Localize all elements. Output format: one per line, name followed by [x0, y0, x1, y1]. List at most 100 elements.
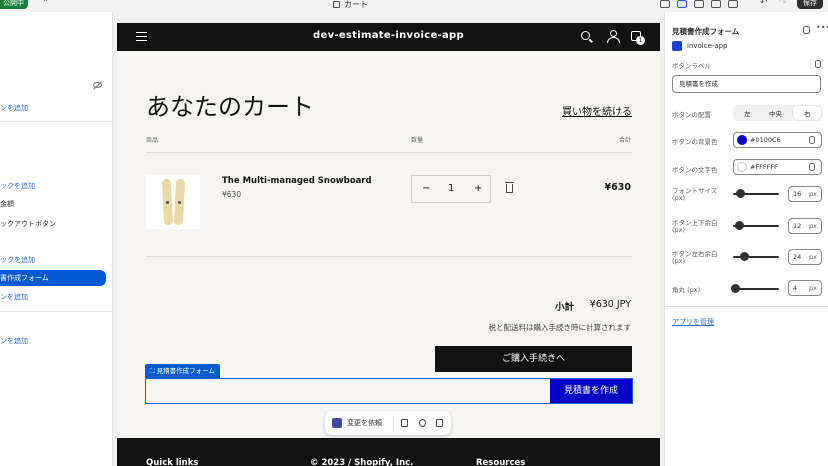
quantity-stepper: − 1 + — [411, 175, 491, 203]
footer-heading-quick-links: Quick links — [146, 458, 199, 466]
divider — [146, 152, 632, 153]
subtotal-label: 小計 — [555, 302, 575, 313]
divider — [0, 121, 113, 122]
align-right-option[interactable]: 右 — [804, 108, 811, 118]
column-header-product: 商品 — [146, 137, 159, 144]
create-estimate-button[interactable]: 見積書を作成 — [550, 379, 632, 403]
line-total: ¥630 — [604, 182, 631, 193]
panel-title: 見積書作成フォーム — [672, 27, 740, 36]
account-icon[interactable] — [607, 30, 620, 43]
continue-shopping-link[interactable]: 買い物を続ける — [562, 103, 632, 118]
view-toggle-group — [660, 0, 738, 8]
desktop-view-icon[interactable] — [694, 0, 704, 8]
padding-vertical-slider-thumb[interactable] — [734, 221, 744, 230]
store-name[interactable]: dev-estimate-invoice-app — [117, 30, 660, 41]
font-size-slider-thumb[interactable] — [736, 189, 746, 198]
align-center-option[interactable]: 中央 — [769, 108, 782, 118]
duplicate-icon[interactable] — [401, 419, 408, 427]
bg-color-picker[interactable]: #0100C6 — [733, 132, 822, 148]
quantity-input[interactable]: 1 — [448, 183, 454, 194]
padding-vertical-input[interactable]: 12 px — [788, 218, 822, 234]
dynamic-source-icon[interactable] — [809, 136, 815, 144]
store-preview: dev-estimate-invoice-app 1 あなたのカート 買い物を続… — [117, 23, 660, 466]
add-block-link[interactable]: ンを追加 — [0, 292, 28, 302]
store-header: dev-estimate-invoice-app 1 — [117, 23, 660, 51]
more-options-icon[interactable]: ••• — [816, 23, 828, 32]
undo-icon[interactable]: ↶ — [760, 0, 768, 8]
increase-quantity-button[interactable]: + — [474, 183, 482, 194]
decrease-quantity-button[interactable]: − — [422, 183, 430, 194]
select-cursor-icon[interactable] — [677, 0, 687, 8]
bg-color-title: ボタンの背景色 — [672, 138, 718, 146]
app-name: invoice-app — [687, 42, 728, 50]
product-image[interactable] — [146, 175, 200, 229]
alignment-segmented-control: 左 中央 右 — [733, 105, 822, 121]
bg-color-swatch[interactable] — [737, 135, 747, 145]
chevron-icon[interactable]: ⌃ — [42, 0, 49, 7]
button-label-input[interactable]: 見積書を作成 — [672, 75, 821, 93]
manage-app-link[interactable]: アプリを管理 — [672, 317, 714, 327]
sidebar-item-subtotal[interactable]: 金額 — [0, 199, 14, 209]
cart-title: あなたのカート — [146, 93, 314, 121]
add-block-link[interactable]: ンを追加 — [0, 103, 28, 113]
fullscreen-icon[interactable] — [728, 0, 738, 8]
subtotal-value: ¥630 JPY — [589, 299, 631, 310]
redo-icon[interactable]: ↷ — [779, 0, 787, 8]
align-left-option[interactable]: 左 — [744, 108, 751, 118]
mobile-view-icon[interactable] — [711, 0, 721, 8]
bg-color-value[interactable]: #0100C6 — [750, 136, 781, 144]
dynamic-source-icon[interactable] — [803, 26, 810, 34]
add-block-link[interactable]: ックを追加 — [0, 255, 35, 265]
checkout-button[interactable]: ご購入手続きへ — [435, 346, 632, 372]
trash-icon[interactable] — [505, 182, 514, 193]
text-color-picker[interactable]: #FFFFFF — [733, 159, 822, 175]
font-size-input[interactable]: 16 px — [788, 186, 822, 202]
add-section-link[interactable]: ンを追加 — [0, 336, 28, 346]
product-name[interactable]: The Multi-managed Snowboard — [222, 176, 372, 186]
text-color-swatch[interactable] — [737, 162, 747, 172]
footer-copyright: © 2023 / Shopify, Inc. — [310, 458, 414, 466]
text-color-value[interactable]: #FFFFFF — [750, 163, 778, 171]
tax-note: 税と配送料は購入手続き時に計算されます — [488, 323, 632, 332]
corner-radius-input[interactable]: 4 px — [788, 280, 822, 296]
product-price: ¥630 — [222, 190, 242, 199]
inspect-icon[interactable] — [660, 0, 670, 8]
sidebar-item-estimate-form[interactable]: 書作成フォーム — [0, 270, 106, 286]
request-change-button[interactable]: 変更を依頼 — [347, 418, 382, 428]
dynamic-source-icon[interactable] — [815, 60, 821, 68]
snowboard-image — [161, 178, 174, 226]
divider — [0, 311, 113, 312]
eye-off-icon[interactable] — [93, 82, 102, 88]
request-change-icon — [332, 418, 342, 428]
column-header-total: 合計 — [618, 137, 631, 144]
add-block-link[interactable]: ックを追加 — [0, 181, 35, 191]
button-label-title: ボタンラベル — [672, 62, 711, 70]
trash-icon[interactable] — [436, 419, 443, 427]
page-title: カート — [344, 0, 368, 9]
block-floating-toolbar: 変更を依頼 — [325, 411, 451, 435]
padding-vertical-unit-label: (px) — [672, 226, 686, 234]
font-size-unit-label: (px) — [672, 194, 686, 202]
settings-panel: 見積書作成フォーム ••• invoice-app ボタンラベル 見積書を作成 … — [664, 12, 828, 466]
padding-horizontal-slider-thumb[interactable] — [740, 252, 750, 261]
dynamic-source-icon[interactable] — [809, 163, 815, 171]
eye-off-icon[interactable] — [419, 419, 426, 427]
app-icon — [672, 41, 682, 51]
block-label-tag[interactable]: ⛶ 見積書作成フォーム — [145, 364, 220, 378]
page-icon — [333, 1, 340, 8]
save-button[interactable]: 保存 — [797, 0, 823, 9]
status-badge: 公開中 — [0, 0, 28, 9]
sidebar-item-checkout-button[interactable]: ックアウトボタン — [0, 219, 56, 229]
footer-heading-resources: Resources — [476, 458, 526, 466]
sections-sidebar: ンを追加 ックを追加 金額 ックアウトボタン ックを追加 書作成フォーム ンを追… — [0, 12, 113, 466]
store-footer: Quick links © 2023 / Shopify, Inc. Resou… — [117, 438, 660, 466]
padding-horizontal-unit-label: (px) — [672, 257, 686, 265]
corner-radius-slider-track[interactable] — [733, 288, 779, 290]
padding-horizontal-input[interactable]: 24 px — [788, 249, 822, 265]
editor-topbar: 公開中 ⌃ カート ↶ ↷ 保存 — [0, 0, 828, 12]
corner-radius-slider-thumb[interactable] — [730, 284, 740, 293]
page-selector[interactable]: カート — [333, 0, 368, 10]
corner-radius-title: 角丸 (px) — [672, 286, 701, 294]
divider — [146, 256, 632, 257]
search-icon[interactable] — [581, 31, 590, 40]
